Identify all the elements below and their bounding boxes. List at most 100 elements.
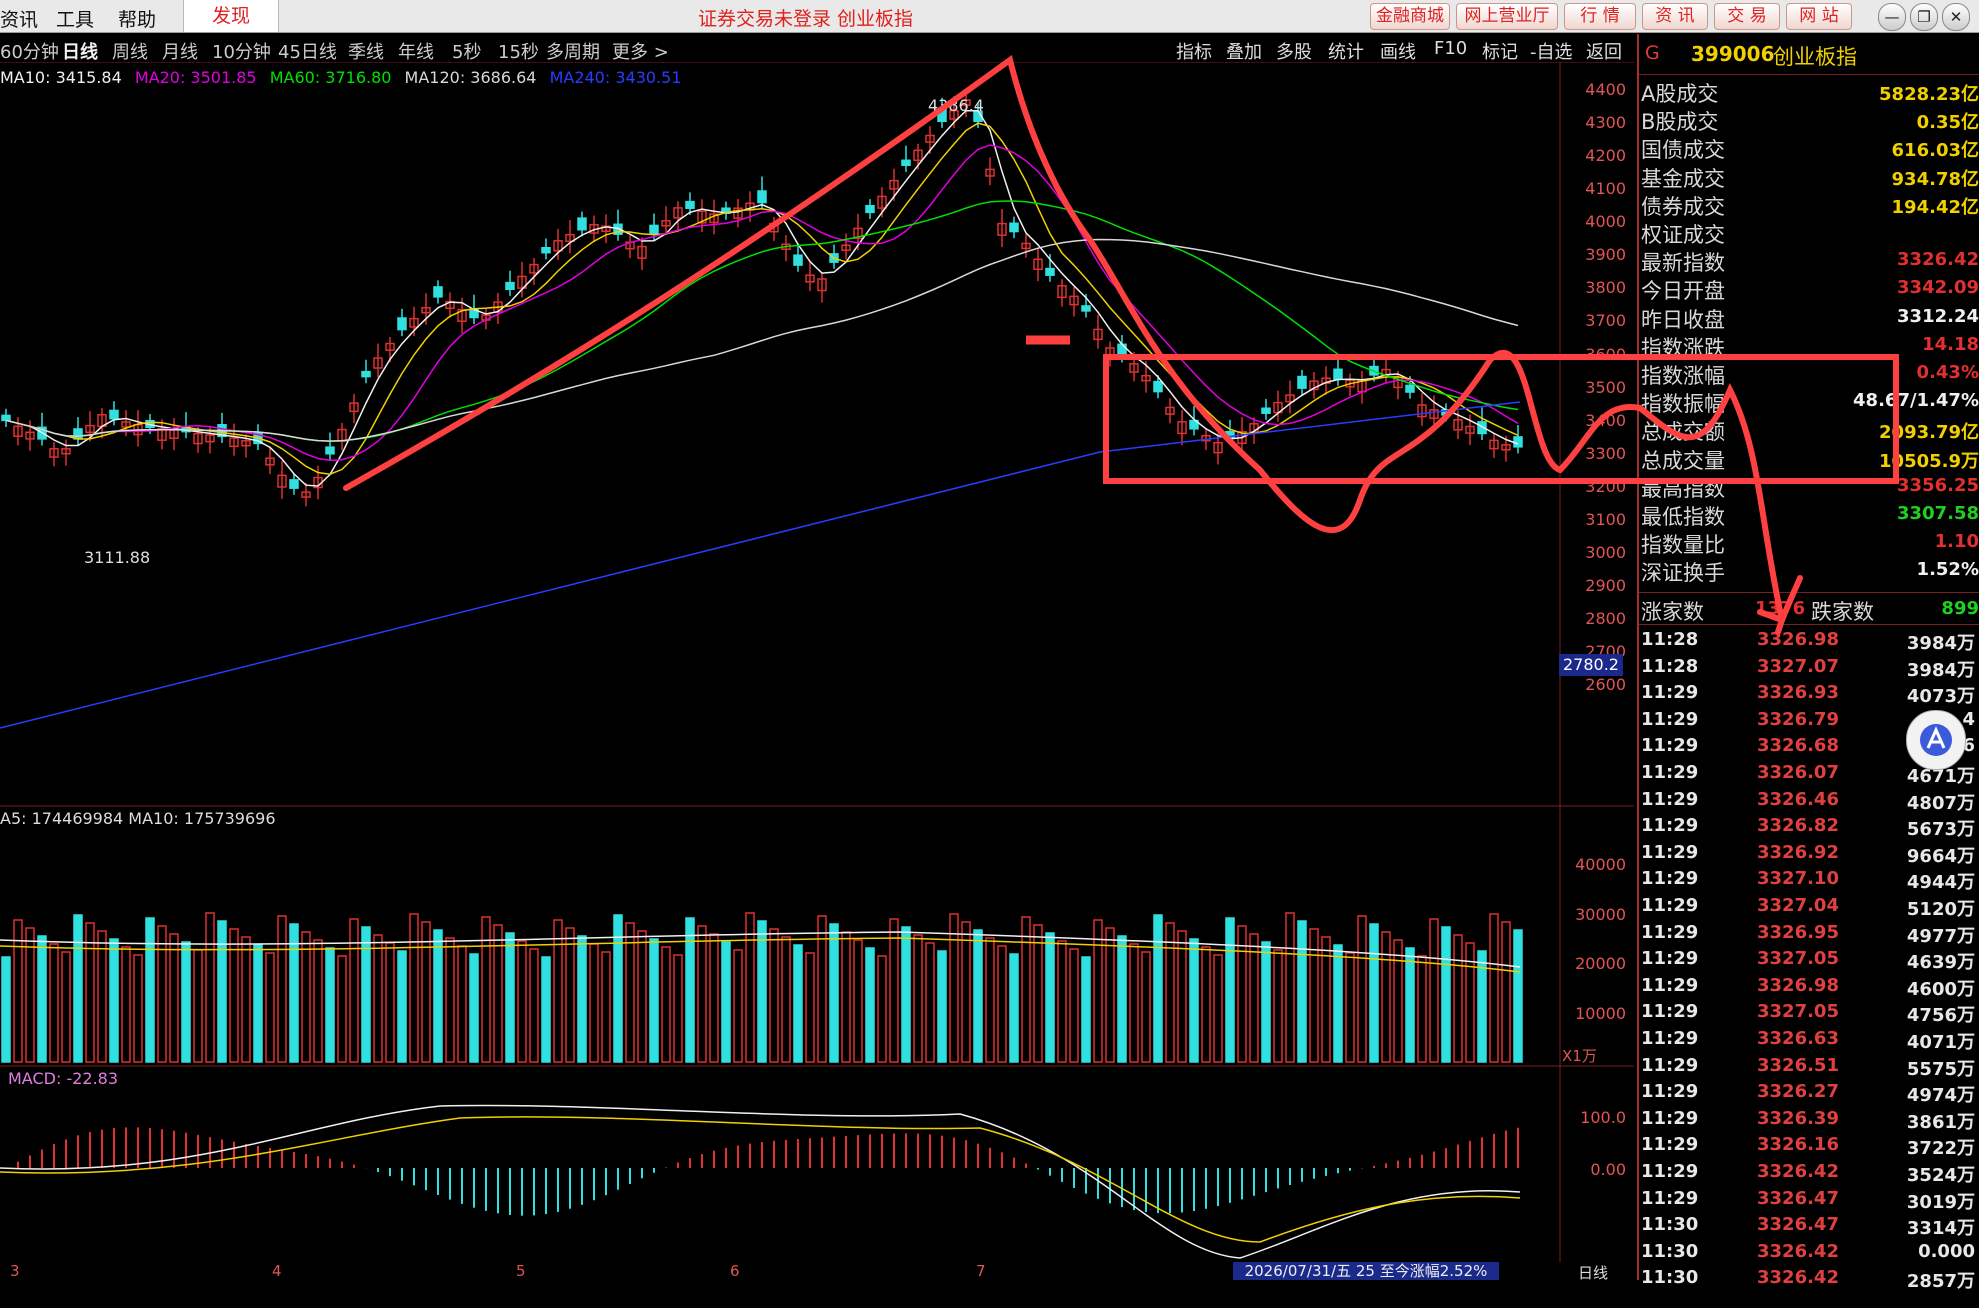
trade-button[interactable]: 交 易	[1714, 3, 1780, 30]
stat-row: 深证换手 1.52%	[1639, 555, 1979, 585]
online-hall-button[interactable]: 网上营业厅	[1456, 3, 1558, 30]
assistant-icon[interactable]	[1906, 710, 1966, 770]
volume-bar	[853, 939, 863, 1063]
stat-row: 指数振幅 48.67/1.47%	[1639, 386, 1979, 416]
period-15sec[interactable]: 15秒	[498, 38, 539, 64]
period-more[interactable]: 更多 >	[612, 38, 669, 64]
volume-bar	[481, 916, 491, 1063]
price-axis-label: 4000	[1585, 212, 1626, 232]
tick-row: 11:30 3326.42 0.000	[1639, 1239, 1979, 1265]
candle-body	[757, 190, 767, 204]
volume-bar	[601, 951, 611, 1063]
price-axis-label: 3900	[1585, 245, 1626, 265]
tool-indicator[interactable]: 指标	[1176, 38, 1212, 64]
volume-bar	[961, 921, 971, 1063]
volume-bar	[829, 923, 839, 1063]
stat-value: 3307.58	[1897, 503, 1979, 524]
volume-bar	[349, 918, 359, 1063]
tool-watchlist[interactable]: -自选	[1530, 38, 1573, 64]
tool-overlay[interactable]: 叠加	[1226, 38, 1262, 64]
period-45day[interactable]: 45日线	[278, 38, 337, 64]
stat-row: 总成交量 10505.9万	[1639, 443, 1979, 473]
tick-time: 11:29	[1641, 1134, 1699, 1156]
tick-row: 11:29 3326.98 4600万	[1639, 973, 1979, 1000]
price-axis-label: 3300	[1585, 443, 1626, 463]
tick-volume: 4600万	[1906, 978, 1975, 1000]
menu-tools[interactable]: 工具	[56, 5, 94, 32]
volume-bar	[361, 926, 371, 1063]
website-button[interactable]: 网 站	[1786, 3, 1852, 30]
tick-price: 3326.93	[1757, 682, 1839, 704]
price-axis-label: 2900	[1585, 576, 1626, 596]
candle-body	[1009, 222, 1019, 233]
tick-time: 11:29	[1641, 1187, 1699, 1209]
stat-row: 指数涨跌 14.18	[1639, 330, 1979, 360]
period-quarterly[interactable]: 季线	[348, 38, 384, 64]
close-icon[interactable]: ✕	[1942, 3, 1970, 31]
period-daily[interactable]: 日线	[62, 38, 98, 64]
quotes-button[interactable]: 行 情	[1564, 3, 1636, 30]
tick-row: 11:29 3326.46 4807万	[1639, 787, 1979, 814]
period-5sec[interactable]: 5秒	[452, 38, 481, 64]
volume-bar	[1165, 922, 1175, 1063]
down-count-label: 跌家数	[1811, 600, 1874, 624]
volume-bar	[1261, 941, 1271, 1063]
tick-price: 3327.05	[1757, 1001, 1839, 1023]
volume-bar	[409, 913, 419, 1063]
kline-chart[interactable]	[0, 62, 1634, 1308]
tool-f10[interactable]: F10	[1434, 38, 1467, 59]
tick-volume: 4073万	[1906, 686, 1975, 708]
tick-row: 11:29 3326.95 4977万	[1639, 920, 1979, 947]
stat-row: 最新指数 3326.42	[1639, 245, 1979, 275]
tick-price: 3326.92	[1757, 841, 1839, 863]
volume-bar	[925, 942, 935, 1063]
period-yearly[interactable]: 年线	[398, 38, 434, 64]
news-button[interactable]: 资 讯	[1642, 3, 1708, 30]
tool-back[interactable]: 返回	[1586, 38, 1622, 64]
period-weekly[interactable]: 周线	[112, 38, 148, 64]
restore-icon[interactable]: ❐	[1910, 3, 1938, 31]
volume-axis-label: 40000	[1575, 855, 1626, 874]
volume-legend: A5: 174469984 MA10: 175739696	[0, 809, 276, 828]
tick-volume: 9664万	[1906, 845, 1975, 867]
volume-bar	[745, 912, 755, 1063]
tick-time: 11:29	[1641, 815, 1699, 837]
volume-bar	[565, 927, 575, 1063]
tick-time: 11:29	[1641, 1001, 1699, 1023]
tick-time: 11:29	[1641, 762, 1699, 783]
volume-bar	[169, 933, 179, 1063]
volume-bar	[253, 944, 263, 1063]
candle-body	[109, 409, 119, 420]
tick-volume: 3861万	[1906, 1111, 1975, 1133]
down-count-value: 899	[1941, 598, 1979, 619]
tick-price: 3327.05	[1757, 948, 1839, 970]
period-monthly[interactable]: 月线	[162, 38, 198, 64]
tool-draw[interactable]: 画线	[1380, 38, 1416, 64]
menu-news[interactable]: 资讯	[0, 5, 38, 32]
period-60min[interactable]: 60分钟	[0, 38, 59, 64]
tick-time: 11:29	[1641, 1161, 1699, 1182]
low-annotation: 3111.88	[84, 548, 151, 567]
tick-row: 11:28 3327.07 3984万	[1639, 654, 1979, 681]
period-10min[interactable]: 10分钟	[212, 38, 271, 64]
macd-dea-line	[0, 1116, 1521, 1243]
price-axis-label: 2600	[1585, 675, 1626, 695]
volume-bar	[817, 915, 827, 1063]
tool-stats[interactable]: 统计	[1328, 38, 1364, 64]
find-tab[interactable]: 发现	[183, 0, 279, 32]
divider	[1639, 592, 1979, 593]
period-multi[interactable]: 多周期	[546, 38, 600, 64]
tool-multi-stock[interactable]: 多股	[1276, 38, 1312, 64]
macd-dif-line	[0, 1104, 1521, 1259]
menu-help[interactable]: 帮助	[118, 5, 156, 32]
status-message: 证券交易未登录 创业板指	[698, 8, 914, 30]
finance-mall-button[interactable]: 金融商城	[1370, 3, 1450, 30]
tick-price: 3326.98	[1757, 629, 1839, 650]
stat-label: 深证换手	[1641, 561, 1725, 586]
minimize-icon[interactable]: —	[1878, 3, 1906, 31]
tick-volume: 4944万	[1906, 872, 1975, 894]
volume-bar	[973, 929, 983, 1063]
tick-volume: 0.000	[1918, 1240, 1975, 1262]
tool-mark[interactable]: 标记	[1482, 38, 1518, 64]
volume-bar	[985, 937, 995, 1063]
